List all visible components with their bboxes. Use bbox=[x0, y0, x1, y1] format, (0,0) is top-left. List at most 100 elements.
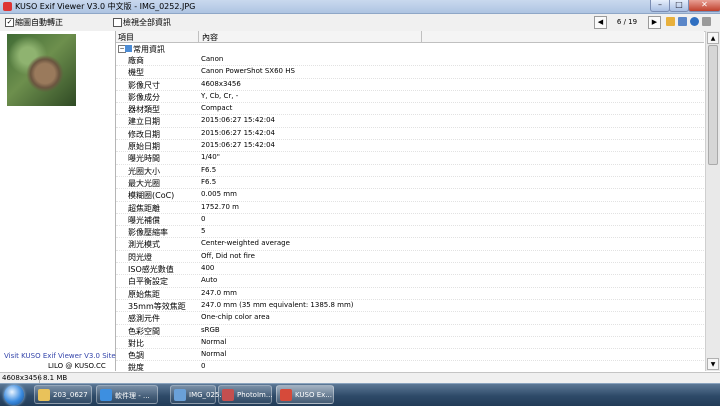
scroll-thumb[interactable] bbox=[708, 45, 718, 165]
info-icon[interactable] bbox=[690, 17, 699, 26]
table-row[interactable]: 影像尺寸 4608x3456 bbox=[116, 79, 704, 91]
table-row[interactable]: 色彩空間 sRGB bbox=[116, 325, 704, 337]
table-row[interactable]: 測光模式 Center-weighted average bbox=[116, 238, 704, 251]
prev-image-button[interactable]: ◀ bbox=[594, 16, 607, 29]
scroll-up-button[interactable]: ▲ bbox=[707, 32, 719, 44]
row-key: 原始日期 bbox=[128, 142, 160, 152]
row-value: 247.0 mm (35 mm equivalent: 1385.8 mm) bbox=[201, 300, 354, 309]
vertical-scrollbar[interactable]: ▲ ▼ bbox=[705, 31, 720, 371]
row-value: Auto bbox=[201, 276, 218, 285]
copy-icon[interactable] bbox=[702, 17, 711, 26]
table-row[interactable]: 廠商 Canon bbox=[116, 54, 704, 67]
row-key: 機型 bbox=[128, 68, 144, 78]
auto-rotate-checkbox[interactable]: ✓ bbox=[5, 18, 14, 27]
start-button[interactable] bbox=[4, 385, 24, 405]
table-row[interactable]: 最大光圈 F6.5 bbox=[116, 177, 704, 190]
row-key: 測光模式 bbox=[128, 240, 160, 250]
ie-browser-icon bbox=[100, 389, 112, 401]
table-row[interactable]: 閃光燈 Off, Did not fire bbox=[116, 251, 704, 264]
row-key: 白平衡設定 bbox=[128, 277, 168, 287]
app-icon bbox=[3, 2, 12, 11]
kuso-exif-icon bbox=[280, 389, 292, 401]
row-value: Canon bbox=[201, 55, 224, 63]
visit-site-link[interactable]: Visit KUSO Exif Viewer V3.0 Site bbox=[4, 352, 116, 360]
table-row[interactable]: 影像成分 Y, Cb, Cr, - bbox=[116, 91, 704, 104]
row-value: Compact bbox=[201, 104, 233, 113]
status-separator bbox=[39, 374, 40, 383]
row-key: 色彩空間 bbox=[128, 326, 160, 336]
taskbar-button-label: 軟件理 - ... bbox=[115, 392, 150, 400]
table-row[interactable]: 原始日期 2015:06:27 15:42:04 bbox=[116, 140, 704, 153]
show-all-label[interactable]: 檢視全部資訊 bbox=[123, 17, 171, 28]
row-value: One-chip color area bbox=[201, 313, 270, 322]
row-key: ISO感光數值 bbox=[128, 265, 174, 275]
row-value: 400 bbox=[201, 264, 215, 273]
maximize-button[interactable]: □ bbox=[669, 0, 689, 12]
taskbar-button[interactable]: IMG_025... bbox=[170, 385, 226, 404]
table-row[interactable]: 白平衡設定 Auto bbox=[116, 275, 704, 288]
toolbar: ✓ 縮圖自動轉正 檢視全部資訊 ◀ 6 / 19 ▶ bbox=[0, 14, 720, 32]
group-common-info[interactable]: − 常用資訊 bbox=[116, 43, 704, 54]
taskbar-button[interactable]: 203_0627 bbox=[34, 385, 92, 404]
row-value: 1752.70 m bbox=[201, 202, 239, 211]
table-row[interactable]: 修改日期 2015:06:27 15:42:04 bbox=[116, 128, 704, 141]
window-title: KUSO Exif Viewer V3.0 中文版 - IMG_0252.JPG bbox=[15, 2, 196, 11]
row-key: 廠商 bbox=[128, 56, 144, 65]
row-value: Canon PowerShot SX60 HS bbox=[201, 67, 295, 76]
row-key: 影像尺寸 bbox=[128, 80, 160, 90]
table-row[interactable]: 超焦距離 1752.70 m bbox=[116, 202, 704, 214]
scroll-down-button[interactable]: ▼ bbox=[707, 358, 719, 370]
row-value: 1/40" bbox=[201, 153, 220, 162]
row-value: sRGB bbox=[201, 325, 220, 334]
row-value: 0 bbox=[201, 362, 206, 371]
next-image-button[interactable]: ▶ bbox=[648, 16, 661, 29]
photoimpact-icon bbox=[222, 389, 234, 401]
table-row[interactable]: 銳度 0 bbox=[116, 361, 704, 371]
taskbar-button[interactable]: 軟件理 - ... bbox=[96, 385, 158, 404]
image-thumbnail bbox=[7, 34, 76, 106]
row-key: 修改日期 bbox=[128, 129, 160, 139]
folder-icon[interactable] bbox=[666, 17, 675, 26]
row-key: 光圈大小 bbox=[128, 166, 160, 176]
row-key: 影像壓縮率 bbox=[128, 228, 168, 238]
table-row[interactable]: 曝光時間 1/40" bbox=[116, 152, 704, 165]
table-row[interactable]: 曝光補償 0 bbox=[116, 214, 704, 227]
minimize-button[interactable]: – bbox=[650, 0, 670, 12]
column-divider[interactable] bbox=[198, 31, 199, 42]
row-key: 模糊圈(CoC) bbox=[128, 191, 175, 201]
row-value: 2015:06:27 15:42:04 bbox=[201, 128, 276, 137]
close-button[interactable]: ✕ bbox=[688, 0, 720, 12]
status-dimensions: 4608x3456 bbox=[2, 374, 42, 382]
show-all-checkbox[interactable] bbox=[113, 18, 122, 27]
table-row[interactable]: 影像壓縮率 5 bbox=[116, 226, 704, 239]
row-key: 曝光補償 bbox=[128, 215, 160, 225]
row-value: Off, Did not fire bbox=[201, 251, 255, 260]
table-row[interactable]: 器材類型 Compact bbox=[116, 103, 704, 116]
table-row[interactable]: 建立日期 2015:06:27 15:42:04 bbox=[116, 115, 704, 128]
save-icon[interactable] bbox=[678, 17, 687, 26]
table-row[interactable]: 模糊圈(CoC) 0.005 mm bbox=[116, 189, 704, 202]
row-key: 色調 bbox=[128, 351, 144, 361]
table-row[interactable]: 機型 Canon PowerShot SX60 HS bbox=[116, 66, 704, 79]
row-value: 0 bbox=[201, 214, 206, 223]
row-key: 建立日期 bbox=[128, 117, 160, 127]
table-row[interactable]: 原始焦距 247.0 mm bbox=[116, 288, 704, 300]
table-row[interactable]: 35mm等效焦距 247.0 mm (35 mm equivalent: 1385… bbox=[116, 300, 704, 313]
table-row[interactable]: 對比 Normal bbox=[116, 337, 704, 350]
row-value: F6.5 bbox=[201, 165, 217, 174]
auto-rotate-label[interactable]: 縮圖自動轉正 bbox=[15, 17, 63, 28]
row-key: 閃光燈 bbox=[128, 252, 152, 262]
table-row[interactable]: 色調 Normal bbox=[116, 349, 704, 362]
taskbar: 203_0627 軟件理 - ... IMG_025... PhotoIm... KUS… bbox=[0, 383, 720, 406]
table-row[interactable]: 感測元件 One-chip color area bbox=[116, 312, 704, 325]
column-header-content[interactable]: 內容 bbox=[202, 32, 218, 43]
taskbar-button[interactable]: KUSO Ex... bbox=[276, 385, 334, 404]
author-credit: LILO @ KUSO.CC bbox=[48, 362, 106, 370]
row-value: Y, Cb, Cr, - bbox=[201, 91, 239, 100]
column-header-item[interactable]: 項目 bbox=[118, 32, 134, 43]
column-divider[interactable] bbox=[421, 31, 422, 42]
row-key: 超焦距離 bbox=[128, 203, 160, 213]
taskbar-button[interactable]: PhotoIm... bbox=[218, 385, 273, 404]
table-row[interactable]: ISO感光數值 400 bbox=[116, 263, 704, 276]
table-row[interactable]: 光圈大小 F6.5 bbox=[116, 165, 704, 177]
